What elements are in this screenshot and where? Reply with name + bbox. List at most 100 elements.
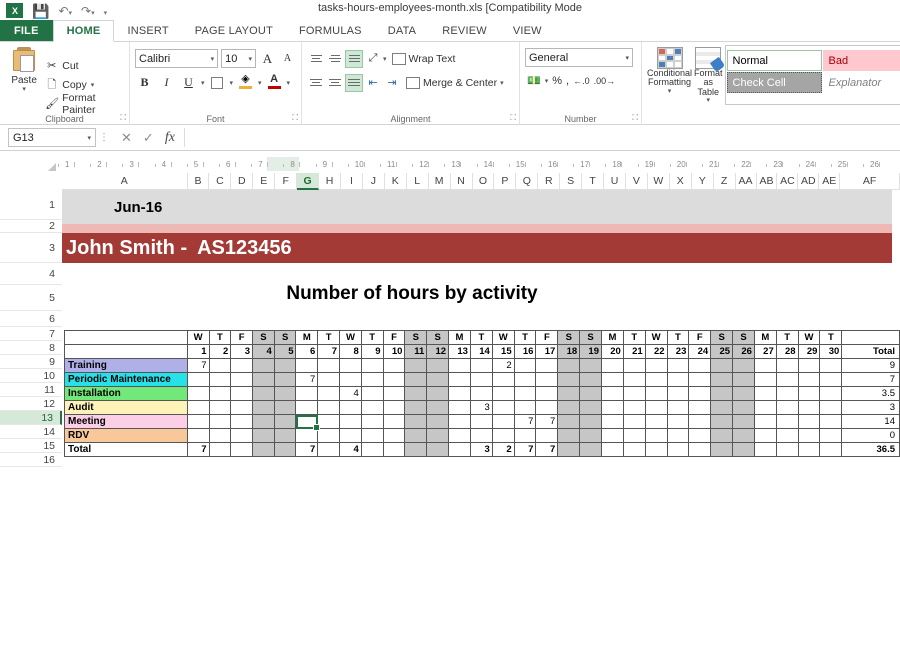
hours-cell[interactable]: 7 [536, 415, 558, 429]
font-dialog-launcher-icon[interactable]: ⛶ [292, 113, 298, 123]
chevron-down-icon[interactable]: ▾ [87, 134, 91, 142]
formula-input[interactable] [184, 128, 898, 147]
hours-cell[interactable] [252, 387, 274, 401]
hours-cell[interactable] [711, 429, 733, 443]
activity-label[interactable]: Periodic Maintenance [65, 373, 188, 387]
table-corner-cell[interactable] [65, 331, 188, 345]
hours-cell[interactable] [296, 359, 318, 373]
hours-cell[interactable] [733, 373, 755, 387]
row-total-cell[interactable]: 9 [842, 359, 900, 373]
row-header-3[interactable]: 3 [0, 233, 62, 263]
chevron-down-icon[interactable]: ▾ [500, 79, 504, 87]
hours-cell[interactable] [689, 429, 711, 443]
underline-button[interactable]: U [179, 73, 198, 92]
column-header-e[interactable]: E [253, 173, 275, 190]
hours-cell[interactable] [252, 401, 274, 415]
column-header-g[interactable]: G [297, 173, 319, 190]
hours-cell[interactable]: 7 [296, 373, 318, 387]
borders-icon[interactable] [208, 73, 227, 92]
hours-cell[interactable] [383, 429, 405, 443]
day-of-week-header[interactable]: T [470, 331, 492, 345]
align-bottom-button[interactable] [345, 50, 363, 68]
chevron-down-icon[interactable]: ▾ [230, 79, 234, 87]
day-number-header[interactable]: 5 [274, 345, 296, 359]
hours-cell[interactable] [209, 359, 231, 373]
hours-cell[interactable] [361, 415, 383, 429]
hours-cell[interactable] [602, 373, 624, 387]
hours-cell[interactable] [492, 373, 514, 387]
cell-style-normal[interactable]: Normal [727, 50, 822, 71]
hours-cell[interactable] [623, 387, 645, 401]
day-of-week-header[interactable]: S [580, 331, 602, 345]
hours-cell[interactable] [776, 443, 798, 457]
hours-cell[interactable] [427, 373, 449, 387]
hours-cell[interactable] [209, 429, 231, 443]
alignment-dialog-launcher-icon[interactable]: ⛶ [510, 113, 516, 123]
hours-cell[interactable] [733, 387, 755, 401]
tab-page-layout[interactable]: PAGE LAYOUT [182, 20, 286, 41]
row-header-1[interactable]: 1 [0, 190, 62, 220]
conditional-formatting-button[interactable]: Conditional Formatting ▾ [647, 45, 692, 105]
day-number-header[interactable]: 17 [536, 345, 558, 359]
column-header-n[interactable]: N [451, 173, 473, 190]
hours-cell[interactable] [449, 373, 471, 387]
hours-cell[interactable] [580, 387, 602, 401]
hours-cell[interactable] [602, 429, 624, 443]
hours-cell[interactable] [231, 429, 253, 443]
row-total-cell[interactable]: 0 [842, 429, 900, 443]
hours-cell[interactable] [602, 443, 624, 457]
hours-cell[interactable] [231, 373, 253, 387]
italic-button[interactable]: I [157, 73, 176, 92]
hours-cell[interactable] [405, 429, 427, 443]
hours-cell[interactable] [470, 373, 492, 387]
tab-data[interactable]: DATA [375, 20, 430, 41]
paste-button[interactable]: Paste ▾ [5, 45, 43, 125]
chevron-down-icon[interactable]: ▾ [211, 55, 215, 63]
hours-cell[interactable] [733, 429, 755, 443]
day-number-header[interactable]: 27 [754, 345, 776, 359]
day-number-header[interactable]: 6 [296, 345, 318, 359]
hours-cell[interactable] [296, 415, 318, 429]
tab-file[interactable]: FILE [0, 20, 53, 41]
day-of-week-header[interactable]: W [340, 331, 362, 345]
hours-cell[interactable] [340, 415, 362, 429]
day-number-header[interactable]: 1 [187, 345, 209, 359]
hours-cell[interactable]: 7 [514, 443, 536, 457]
column-header-y[interactable]: Y [692, 173, 714, 190]
hours-cell[interactable]: 2 [492, 359, 514, 373]
hours-cell[interactable] [558, 373, 580, 387]
column-header-f[interactable]: F [275, 173, 297, 190]
day-number-header[interactable]: 26 [733, 345, 755, 359]
hours-cell[interactable] [231, 415, 253, 429]
hours-cell[interactable] [274, 429, 296, 443]
cell-style-bad[interactable]: Bad [823, 50, 900, 71]
hours-cell[interactable] [602, 387, 624, 401]
hours-cell[interactable] [318, 359, 340, 373]
hours-cell[interactable] [689, 443, 711, 457]
hours-cell[interactable] [820, 429, 842, 443]
row-header-9[interactable]: 9 [0, 355, 62, 369]
day-of-week-header[interactable]: S [252, 331, 274, 345]
hours-cell[interactable]: 7 [296, 443, 318, 457]
day-of-week-header[interactable]: S [274, 331, 296, 345]
chevron-down-icon[interactable]: ▾ [258, 79, 262, 87]
hours-cell[interactable] [536, 429, 558, 443]
hours-cell[interactable] [689, 415, 711, 429]
hours-cell[interactable] [209, 443, 231, 457]
increase-font-size-button[interactable]: A [259, 49, 276, 68]
hours-cell[interactable] [296, 401, 318, 415]
hours-cell[interactable] [711, 443, 733, 457]
total-header-blank[interactable] [842, 331, 900, 345]
row-header-14[interactable]: 14 [0, 425, 62, 439]
hours-cell[interactable] [776, 387, 798, 401]
hours-cell[interactable] [602, 359, 624, 373]
hours-cell[interactable] [187, 415, 209, 429]
hours-cell[interactable] [711, 373, 733, 387]
customize-qat-icon[interactable]: ▾ [104, 5, 108, 17]
hours-cell[interactable] [667, 429, 689, 443]
row-header-7[interactable]: 7 [0, 327, 62, 341]
hours-cell[interactable] [667, 401, 689, 415]
hours-cell[interactable] [820, 415, 842, 429]
hours-cell[interactable] [361, 359, 383, 373]
hours-cell[interactable] [776, 359, 798, 373]
